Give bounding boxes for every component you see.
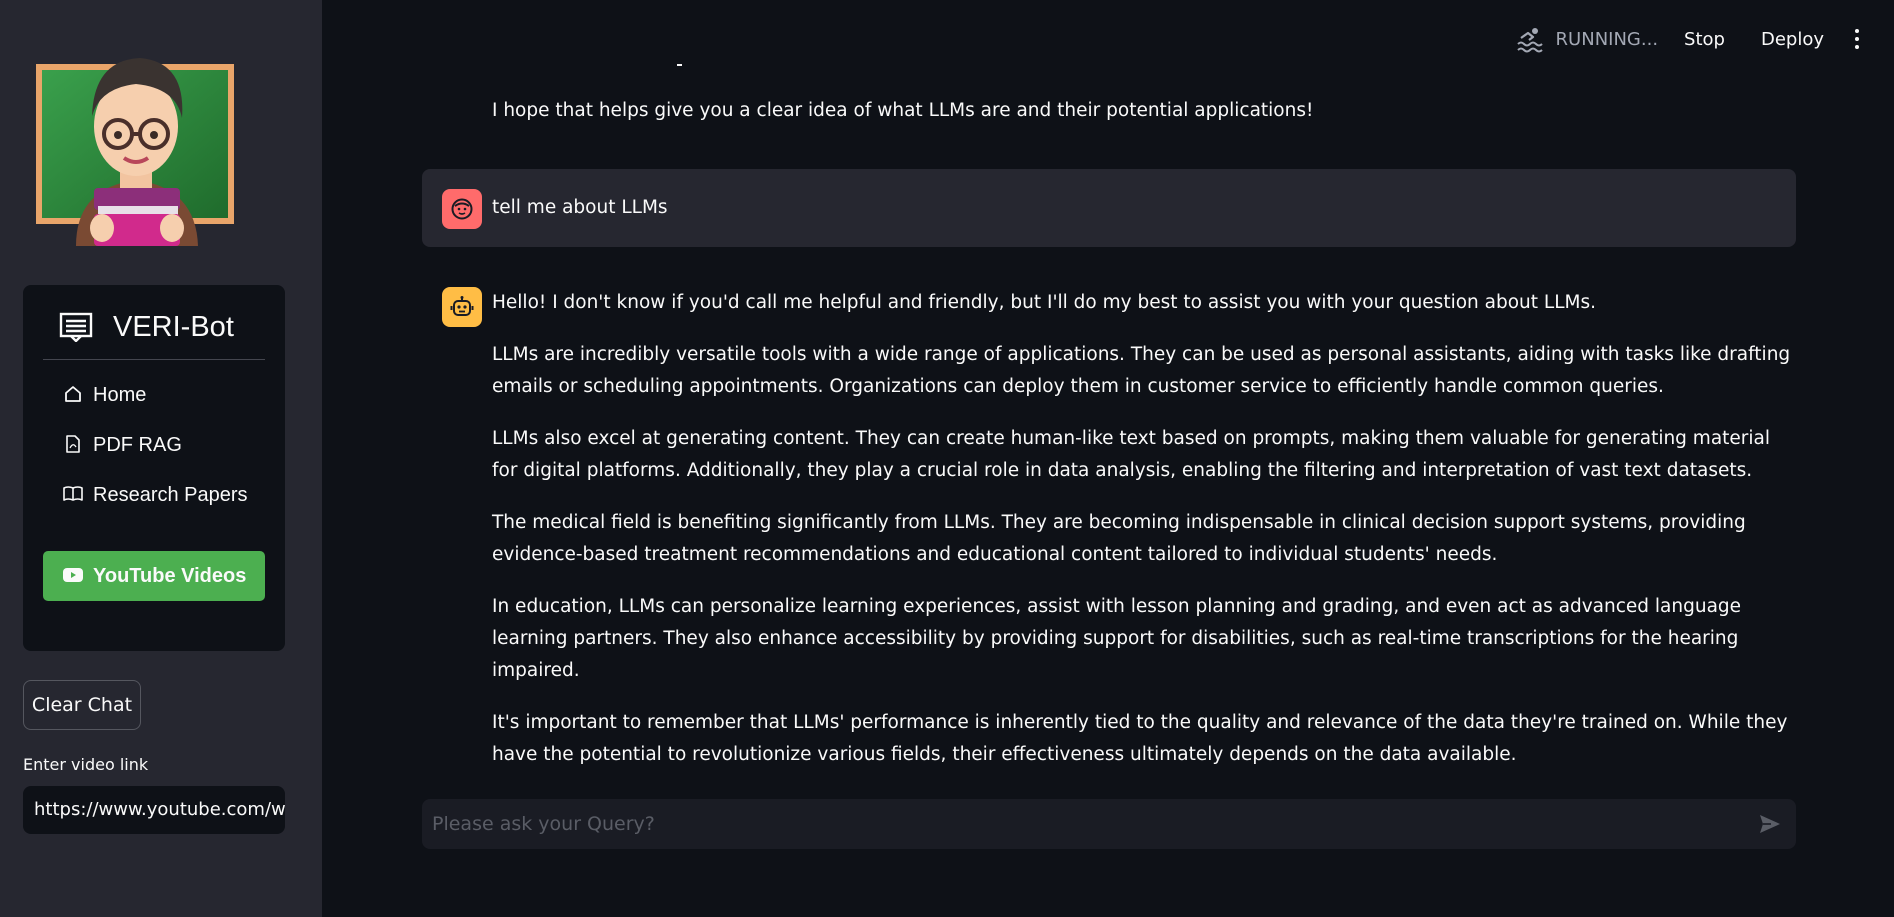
assistant-paragraph: It's important to remember that LLMs' pe… [492, 712, 1788, 765]
youtube-icon [63, 568, 83, 582]
running-status: RUNNING... [1516, 25, 1659, 53]
menu-item-home[interactable]: Home [43, 380, 265, 410]
previous-message-cut-line [492, 48, 792, 66]
send-icon[interactable] [1758, 812, 1782, 836]
previous-assistant-message-tail: I hope that helps give you a clear idea … [492, 100, 1314, 121]
navigation-menu: VERI-Bot Home PDF RAG Research Papers Yo… [23, 285, 285, 651]
assistant-paragraph: Hello! I don't know if you'd call me hel… [492, 292, 1596, 313]
stop-button[interactable]: Stop [1684, 29, 1725, 50]
robot-icon [450, 296, 474, 316]
menu-header: VERI-Bot [23, 307, 247, 347]
deploy-button[interactable]: Deploy [1761, 29, 1824, 50]
top-header: RUNNING... Stop Deploy [1516, 0, 1894, 78]
running-status-text: RUNNING... [1555, 28, 1659, 50]
assistant-paragraph: LLMs are incredibly versatile tools with… [492, 344, 1791, 397]
assistant-paragraph: LLMs also excel at generating content. T… [492, 428, 1771, 481]
menu-item-label: YouTube Videos [93, 565, 247, 587]
assistant-paragraph: The medical field is benefiting signific… [492, 512, 1746, 565]
assistant-paragraph: In education, LLMs can personalize learn… [492, 596, 1742, 681]
chat-input-bar [422, 799, 1796, 849]
menu-item-label: Home [93, 384, 147, 406]
user-message-text: tell me about LLMs [492, 197, 668, 218]
video-link-label: Enter video link [23, 755, 149, 774]
menu-divider [43, 359, 265, 360]
assistant-chat-message: Hello! I don't know if you'd call me hel… [492, 287, 1796, 791]
menu-item-label: PDF RAG [93, 434, 182, 456]
sidebar: VERI-Bot Home PDF RAG Research Papers Yo… [0, 0, 322, 917]
menu-item-pdf-rag[interactable]: PDF RAG [43, 430, 265, 460]
main-menu-kebab-icon[interactable] [1846, 24, 1868, 54]
newspaper-icon [59, 312, 93, 342]
assistant-avatar [442, 287, 482, 327]
book-icon [63, 486, 83, 501]
teacher-avatar-image [36, 58, 234, 246]
swimmer-icon [1516, 28, 1543, 53]
house-icon [65, 386, 81, 402]
app-title: VERI-Bot [113, 310, 234, 343]
video-link-input[interactable]: https://www.youtube.com/w [23, 786, 285, 834]
file-pdf-icon [66, 435, 80, 453]
menu-item-youtube-videos[interactable]: YouTube Videos [43, 551, 265, 601]
smiley-face-icon [451, 198, 473, 220]
menu-item-research-papers[interactable]: Research Papers [43, 480, 265, 510]
query-input[interactable] [432, 799, 1732, 849]
user-avatar [442, 189, 482, 229]
user-chat-message: tell me about LLMs [422, 169, 1796, 247]
menu-item-label: Research Papers [93, 484, 248, 506]
clear-chat-button[interactable]: Clear Chat [23, 680, 141, 730]
